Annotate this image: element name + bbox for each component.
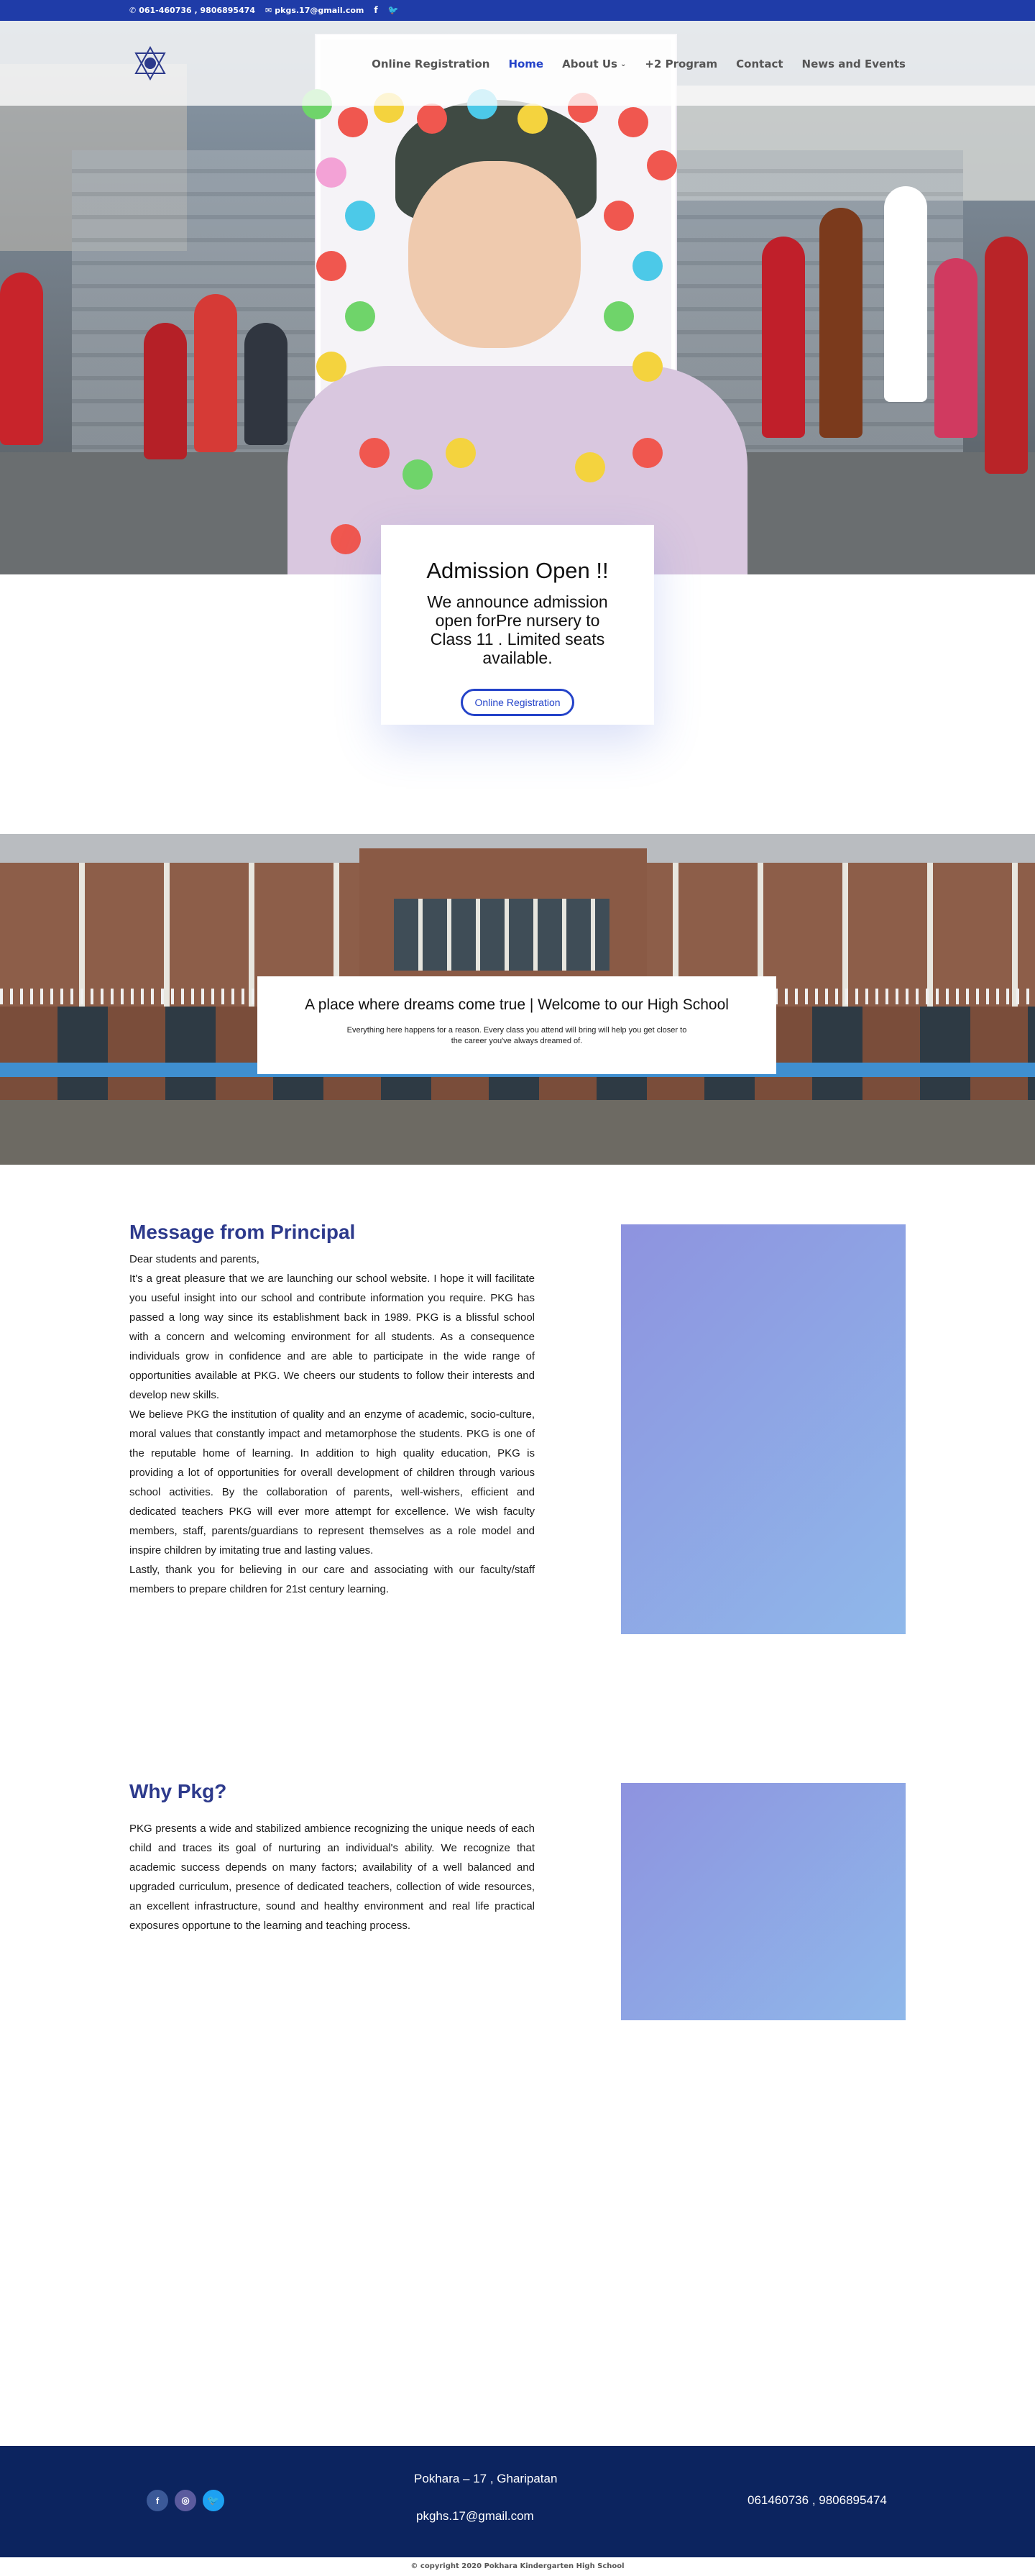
principal-paragraph: Lastly, thank you for believing in our c… [129, 1564, 535, 1595]
hero-flower [618, 107, 648, 137]
why-pkg-text: PKG presents a wide and stabilized ambie… [129, 1819, 535, 1935]
hero-child-face [408, 161, 581, 348]
envelope-icon: ✉ [265, 5, 272, 15]
welcome-card: A place where dreams come true | Welcome… [257, 976, 776, 1074]
nav-about-us[interactable]: About Us ⌄ [562, 58, 626, 70]
principal-paragraph: Dear students and parents, [129, 1253, 259, 1265]
hero-kid [985, 237, 1028, 474]
hero-flower [632, 251, 663, 281]
school-center-windows [394, 899, 610, 971]
why-pkg-paragraph: PKG presents a wide and stabilized ambie… [129, 1823, 535, 1932]
instagram-icon[interactable]: ◎ [175, 2490, 196, 2511]
principal-image-placeholder [621, 1224, 906, 1634]
footer-email[interactable]: pkghs.17@gmail.com [416, 2509, 534, 2524]
admission-card: Admission Open !! We announce admission … [381, 525, 654, 725]
hero-flower [338, 107, 368, 137]
hero-flower [402, 459, 433, 490]
welcome-text: Everything here happens for a reason. Ev… [346, 1026, 687, 1045]
why-pkg-title: Why Pkg? [129, 1780, 227, 1802]
nav-contact[interactable]: Contact [736, 58, 783, 70]
hero-flower [575, 452, 605, 482]
hero-flower [604, 201, 634, 231]
hero-kid [0, 272, 43, 445]
principal-paragraph: We believe PKG the institution of qualit… [129, 1408, 535, 1557]
phone-icon: ✆ [129, 5, 137, 15]
school-ground [0, 1100, 1035, 1165]
hero-flower [345, 301, 375, 331]
footer-socials: f ◎ 🐦 [147, 2490, 224, 2511]
hero-flower [417, 104, 447, 134]
hero-flower [518, 104, 548, 134]
principal-title: Message from Principal [129, 1221, 356, 1243]
welcome-title: A place where dreams come true | Welcome… [305, 996, 729, 1013]
hero-flower [359, 438, 390, 468]
facebook-icon[interactable]: f [147, 2490, 168, 2511]
topbar-phone-text: 061-460736 , 9806895474 [139, 5, 256, 15]
hero-kid [762, 237, 805, 438]
nav-home[interactable]: Home [508, 58, 543, 70]
hero-kid [819, 208, 862, 438]
hero-flower [632, 438, 663, 468]
hero-flower [345, 201, 375, 231]
top-bar: ✆ 061-460736 , 9806895474 ✉ pkgs.17@gmai… [0, 0, 1035, 21]
topbar-email-text: pkgs.17@gmail.com [275, 5, 364, 15]
footer-address: Pokhara – 17 , Gharipatan [414, 2472, 558, 2485]
copyright: © copyright 2020 Pokhara Kindergarten Hi… [0, 2557, 1035, 2576]
facebook-icon[interactable]: f [374, 5, 377, 15]
footer-phone[interactable]: 061460736 , 9806895474 [748, 2493, 887, 2508]
principal-message: Dear students and parents, It's a great … [129, 1250, 535, 1599]
hero-kid [934, 258, 978, 438]
hero-kid [194, 294, 237, 452]
hero-kid [244, 323, 288, 445]
nav-news-events[interactable]: News and Events [802, 58, 906, 70]
principal-paragraph: It's a great pleasure that we are launch… [129, 1273, 535, 1401]
hero-flower [632, 352, 663, 382]
hero-kid [884, 186, 927, 402]
online-registration-button[interactable]: Online Registration [461, 689, 574, 716]
school-logo[interactable] [132, 45, 169, 82]
hero-flower [316, 352, 346, 382]
hero-flower [316, 251, 346, 281]
hero-flower [647, 150, 677, 180]
site-footer: f ◎ 🐦 Pokhara – 17 , Gharipatan pkghs.17… [0, 2446, 1035, 2557]
hero-flower [316, 157, 346, 188]
nav-about-us-label: About Us [562, 58, 617, 70]
chevron-down-icon: ⌄ [620, 60, 627, 68]
nav-plus2-program[interactable]: +2 Program [645, 58, 717, 70]
twitter-icon[interactable]: 🐦 [388, 5, 399, 15]
twitter-icon[interactable]: 🐦 [203, 2490, 224, 2511]
why-pkg-image-placeholder [621, 1783, 906, 2020]
admission-title: Admission Open !! [426, 558, 609, 583]
hero-flower [604, 301, 634, 331]
main-nav: Online Registration Home About Us ⌄ +2 P… [372, 58, 906, 70]
nav-online-registration[interactable]: Online Registration [372, 58, 489, 70]
hero-flower [446, 438, 476, 468]
hero-kid [144, 323, 187, 459]
admission-text: We announce admission open forPre nurser… [427, 592, 608, 667]
topbar-email[interactable]: ✉ pkgs.17@gmail.com [265, 6, 364, 15]
hero-flower [331, 524, 361, 554]
site-header: Online Registration Home About Us ⌄ +2 P… [0, 21, 1035, 106]
topbar-phone[interactable]: ✆ 061-460736 , 9806895474 [129, 6, 255, 15]
